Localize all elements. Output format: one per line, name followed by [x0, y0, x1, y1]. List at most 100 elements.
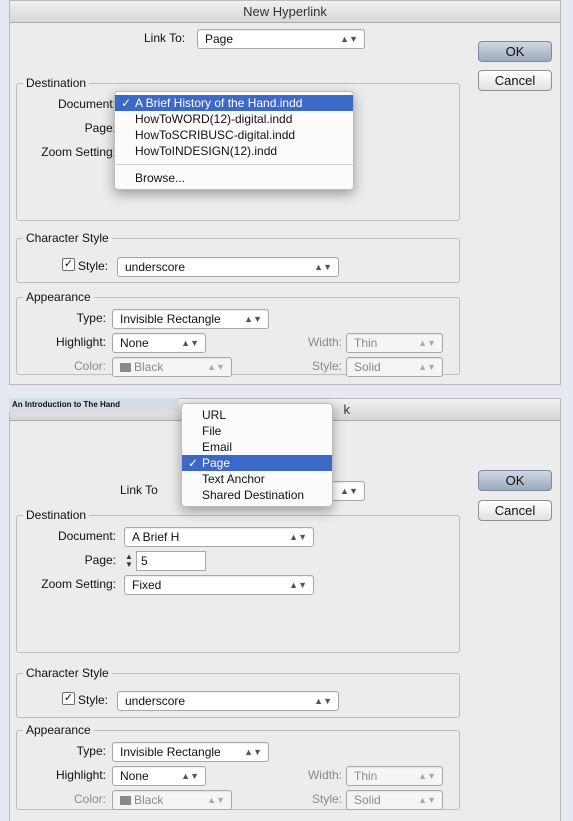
chevron-up-down-icon: ▲▼ — [340, 486, 358, 496]
document-menu-item[interactable]: HowToINDESIGN(12).indd — [115, 143, 353, 159]
new-hyperlink-dialog-bottom: k Link To ▲▼ URL File Email Page Text An… — [9, 398, 561, 821]
chevron-up-down-icon: ▲▼ — [314, 262, 332, 272]
chevron-up-down-icon: ▲▼ — [207, 795, 225, 805]
zoom-setting-label: Zoom Setting: — [41, 145, 116, 159]
zoom-setting-value: Fixed — [132, 578, 162, 592]
dialog-title-fragment: k — [343, 402, 351, 417]
chevron-up-down-icon: ▲▼ — [244, 314, 262, 324]
chevron-up-down-icon: ▲▼ — [181, 771, 199, 781]
color-swatch — [120, 363, 131, 372]
link-to-label: Link To — [120, 483, 158, 497]
width-value: Thin — [354, 336, 378, 350]
color-select[interactable]: Black ▲▼ — [112, 357, 232, 377]
width-label: Width: — [307, 768, 342, 782]
new-hyperlink-dialog-top: New Hyperlink Link To: Page ▲▼ OK Cancel… — [9, 0, 561, 385]
document-select[interactable]: A Brief H ▲▼ — [124, 527, 314, 547]
color-label: Color: — [73, 359, 106, 373]
appearance-group-label: Appearance — [23, 723, 94, 737]
dialog-title: New Hyperlink — [10, 1, 560, 23]
character-style-select[interactable]: underscore ▲▼ — [117, 257, 339, 277]
character-style-select[interactable]: underscore ▲▼ — [117, 691, 339, 711]
character-style-value: underscore — [125, 694, 186, 708]
link-to-menu-item[interactable]: Page — [182, 455, 332, 471]
highlight-label: Highlight: — [55, 335, 106, 349]
link-to-menu-item[interactable]: Text Anchor — [182, 471, 332, 487]
browse-menu-item[interactable]: Browse... — [115, 170, 353, 186]
chevron-up-down-icon: ▲▼ — [418, 362, 436, 372]
document-label: Document: — [57, 529, 116, 543]
border-style-select[interactable]: Solid ▲▼ — [346, 790, 443, 810]
type-select[interactable]: Invisible Rectangle ▲▼ — [112, 742, 269, 762]
link-to-menu-item[interactable]: Shared Destination — [182, 487, 332, 503]
border-style-value: Solid — [354, 793, 381, 807]
border-style-value: Solid — [354, 360, 381, 374]
document-menu[interactable]: A Brief History of the Hand.indd HowToWO… — [114, 91, 354, 190]
chevron-up-down-icon: ▲▼ — [289, 532, 307, 542]
highlight-label: Highlight: — [55, 768, 106, 782]
type-value: Invisible Rectangle — [120, 745, 221, 759]
page-number-field[interactable]: 5 — [136, 551, 206, 571]
chevron-up-down-icon: ▲▼ — [418, 795, 436, 805]
type-select[interactable]: Invisible Rectangle ▲▼ — [112, 309, 269, 329]
highlight-select[interactable]: None ▲▼ — [112, 766, 206, 786]
link-to-menu[interactable]: URL File Email Page Text Anchor Shared D… — [181, 403, 333, 507]
color-value: Black — [134, 360, 164, 374]
type-label: Type: — [76, 744, 106, 758]
page-label: Page: — [84, 553, 116, 567]
chevron-up-down-icon: ▲▼ — [314, 696, 332, 706]
document-menu-item[interactable]: A Brief History of the Hand.indd — [115, 95, 353, 111]
destination-group-label: Destination — [23, 508, 90, 522]
document-menu-item[interactable]: HowToWORD(12)-digital.indd — [115, 111, 353, 127]
document-menu-item[interactable]: HowToSCRIBUSC-digital.indd — [115, 127, 353, 143]
chevron-up-down-icon: ▲▼ — [244, 747, 262, 757]
type-value: Invisible Rectangle — [120, 312, 221, 326]
width-select[interactable]: Thin ▲▼ — [346, 333, 443, 353]
style-checkbox[interactable]: ✓ — [62, 258, 75, 271]
character-style-group-label: Character Style — [23, 231, 112, 245]
document-value: A Brief H — [132, 530, 180, 544]
link-to-menu-item[interactable]: Email — [182, 439, 332, 455]
character-style-group-label: Character Style — [23, 666, 112, 680]
width-value: Thin — [354, 769, 378, 783]
link-to-label: Link To: — [144, 31, 186, 45]
ok-button[interactable]: OK — [478, 41, 552, 62]
highlight-select[interactable]: None ▲▼ — [112, 333, 206, 353]
character-style-value: underscore — [125, 260, 186, 274]
style-label: Style: — [78, 259, 109, 273]
page-label: Page: — [84, 121, 116, 135]
style-checkbox[interactable]: ✓ — [62, 692, 75, 705]
link-to-value: Page — [205, 32, 234, 46]
width-label: Width: — [307, 335, 342, 349]
zoom-setting-select[interactable]: Fixed ▲▼ — [124, 575, 314, 595]
width-select[interactable]: Thin ▲▼ — [346, 766, 443, 786]
chevron-up-down-icon: ▲▼ — [340, 34, 358, 44]
type-label: Type: — [76, 311, 106, 325]
link-to-menu-item[interactable]: File — [182, 423, 332, 439]
chevron-up-down-icon: ▲▼ — [289, 580, 307, 590]
color-swatch — [120, 796, 131, 805]
appearance-group-label: Appearance — [23, 290, 94, 304]
border-style-label: Style: — [311, 359, 342, 373]
highlight-value: None — [120, 336, 149, 350]
chevron-up-down-icon: ▲▼ — [418, 771, 436, 781]
destination-group-label: Destination — [23, 76, 90, 90]
cancel-button[interactable]: Cancel — [478, 500, 552, 521]
ok-button[interactable]: OK — [478, 470, 552, 491]
link-to-menu-item[interactable]: URL — [182, 407, 332, 423]
chevron-up-down-icon: ▲▼ — [181, 338, 199, 348]
zoom-setting-label: Zoom Setting: — [41, 577, 116, 591]
cancel-button[interactable]: Cancel — [478, 70, 552, 91]
highlight-value: None — [120, 769, 149, 783]
color-value: Black — [134, 793, 164, 807]
chevron-up-down-icon: ▲▼ — [207, 362, 225, 372]
document-tab-label: An Introduction to The Hand — [9, 398, 179, 412]
menu-separator — [115, 164, 353, 165]
border-style-label: Style: — [311, 792, 342, 806]
border-style-select[interactable]: Solid ▲▼ — [346, 357, 443, 377]
page-stepper-icon[interactable]: ▲ ▼ — [124, 553, 134, 569]
color-label: Color: — [73, 792, 106, 806]
chevron-up-down-icon: ▲▼ — [418, 338, 436, 348]
color-select[interactable]: Black ▲▼ — [112, 790, 232, 810]
link-to-select[interactable]: Page ▲▼ — [197, 29, 365, 49]
style-label: Style: — [78, 693, 109, 707]
